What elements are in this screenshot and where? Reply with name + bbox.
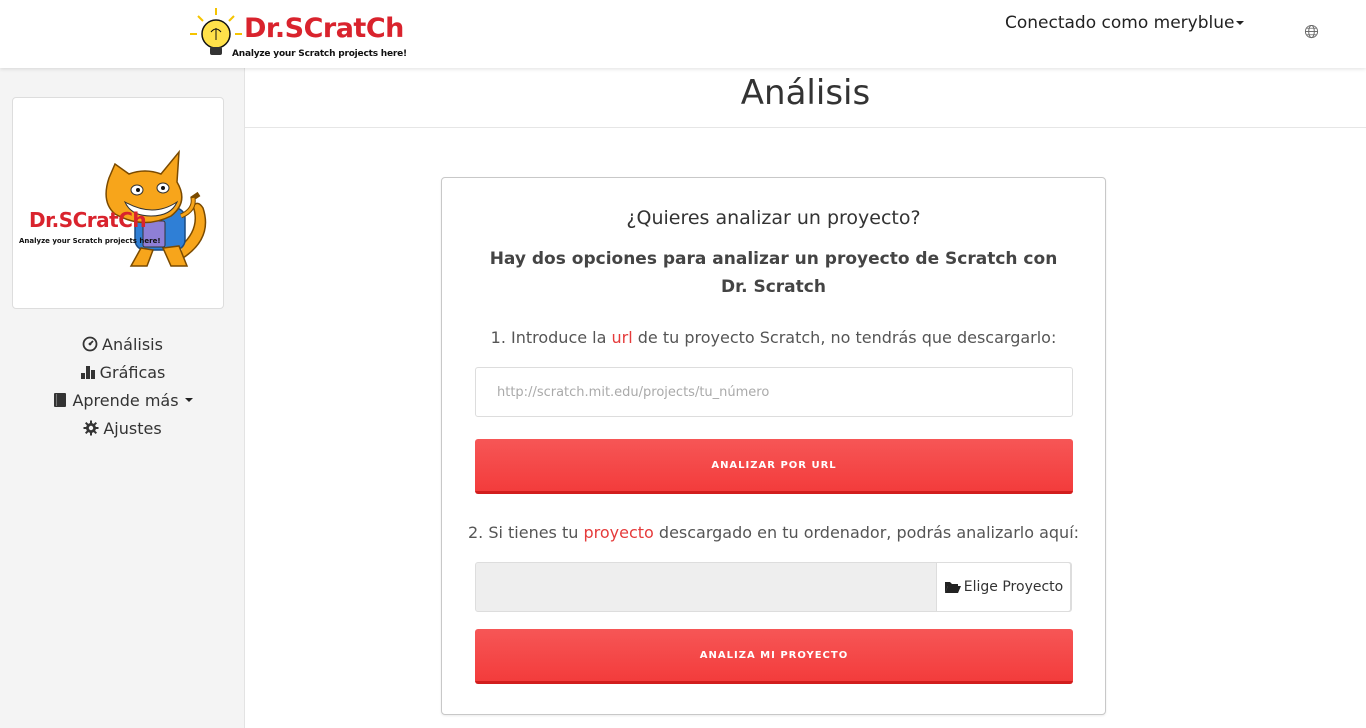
sidebar-item-ajustes[interactable]: Ajustes [0,414,245,442]
caret-down-icon [1236,21,1245,25]
analyze-project-button[interactable]: ANALIZA MI PROYECTO [475,629,1073,684]
sidebar-item-label: Aprende más [72,390,179,410]
panel-subtitle: Hay dos opciones para analizar un proyec… [489,249,1058,297]
sidebar-nav: Análisis Gráficas Aprende más Ajustes [0,330,245,442]
dr-scratch-logo[interactable]: Dr.SCratCh Analyze your Scratch projects… [188,6,407,62]
gear-icon [83,420,99,436]
step1-text-after: de tu proyecto Scratch, no tendrás que d… [632,328,1057,347]
globe-icon[interactable] [1304,24,1319,39]
logo-title: Dr.SCratCh [244,13,404,44]
sidebar-item-analisis[interactable]: Análisis [0,330,245,358]
panel-question: ¿Quieres analizar un proyecto? [626,207,921,229]
choose-project-button[interactable]: Elige Proyecto [936,562,1071,612]
step2-text-after: descargado en tu ordenador, podrás anali… [653,523,1080,542]
logo-subtitle: Analyze your Scratch projects here! [232,49,407,59]
folder-open-icon [944,582,961,593]
card-logo-title: Dr.SCratCh [29,208,147,232]
sidebar-item-aprende-mas[interactable]: Aprende más [0,386,245,414]
page-header: Análisis [245,68,1366,128]
step1-highlight: url [611,328,633,347]
sidebar-logo-card: Dr.SCratCh Analyze your Scratch projects… [12,97,224,309]
dashboard-icon [82,336,98,352]
step2-text-before: 2. Si tienes tu [467,523,584,542]
sidebar-item-graficas[interactable]: Gráficas [0,358,245,386]
step1-instruction: 1. Introduce la url de tu proyecto Scrat… [442,328,1105,347]
analysis-panel: ¿Quieres analizar un proyecto? Hay dos o… [441,177,1106,715]
sidebar-item-label: Gráficas [99,362,166,382]
step2-highlight: proyecto [583,523,654,542]
scratch-cat-mascot [105,149,207,267]
analyze-url-button[interactable]: ANALIZAR POR URL [475,439,1073,494]
card-logo-subtitle: Analyze your Scratch projects here! [19,237,161,245]
project-url-input[interactable] [475,367,1073,417]
choose-project-label: Elige Proyecto [963,579,1064,595]
book-icon [54,393,67,407]
page-title: Análisis [740,73,871,113]
caret-down-icon [184,398,193,402]
file-upload-field[interactable]: Elige Proyecto [475,562,1072,612]
user-menu-dropdown[interactable]: Conectado como meryblue [1005,13,1245,33]
step2-instruction: 2. Si tienes tu proyecto descargado en t… [442,523,1105,542]
bar-chart-icon [80,366,95,379]
sidebar-item-label: Ajustes [103,418,162,438]
step1-text-before: 1. Introduce la [490,328,612,347]
sidebar-item-label: Análisis [102,334,163,354]
user-menu-label: Conectado como meryblue [1005,13,1235,33]
top-navbar: Dr.SCratCh Analyze your Scratch projects… [0,0,1366,68]
sidebar: Dr.SCratCh Analyze your Scratch projects… [0,68,245,728]
